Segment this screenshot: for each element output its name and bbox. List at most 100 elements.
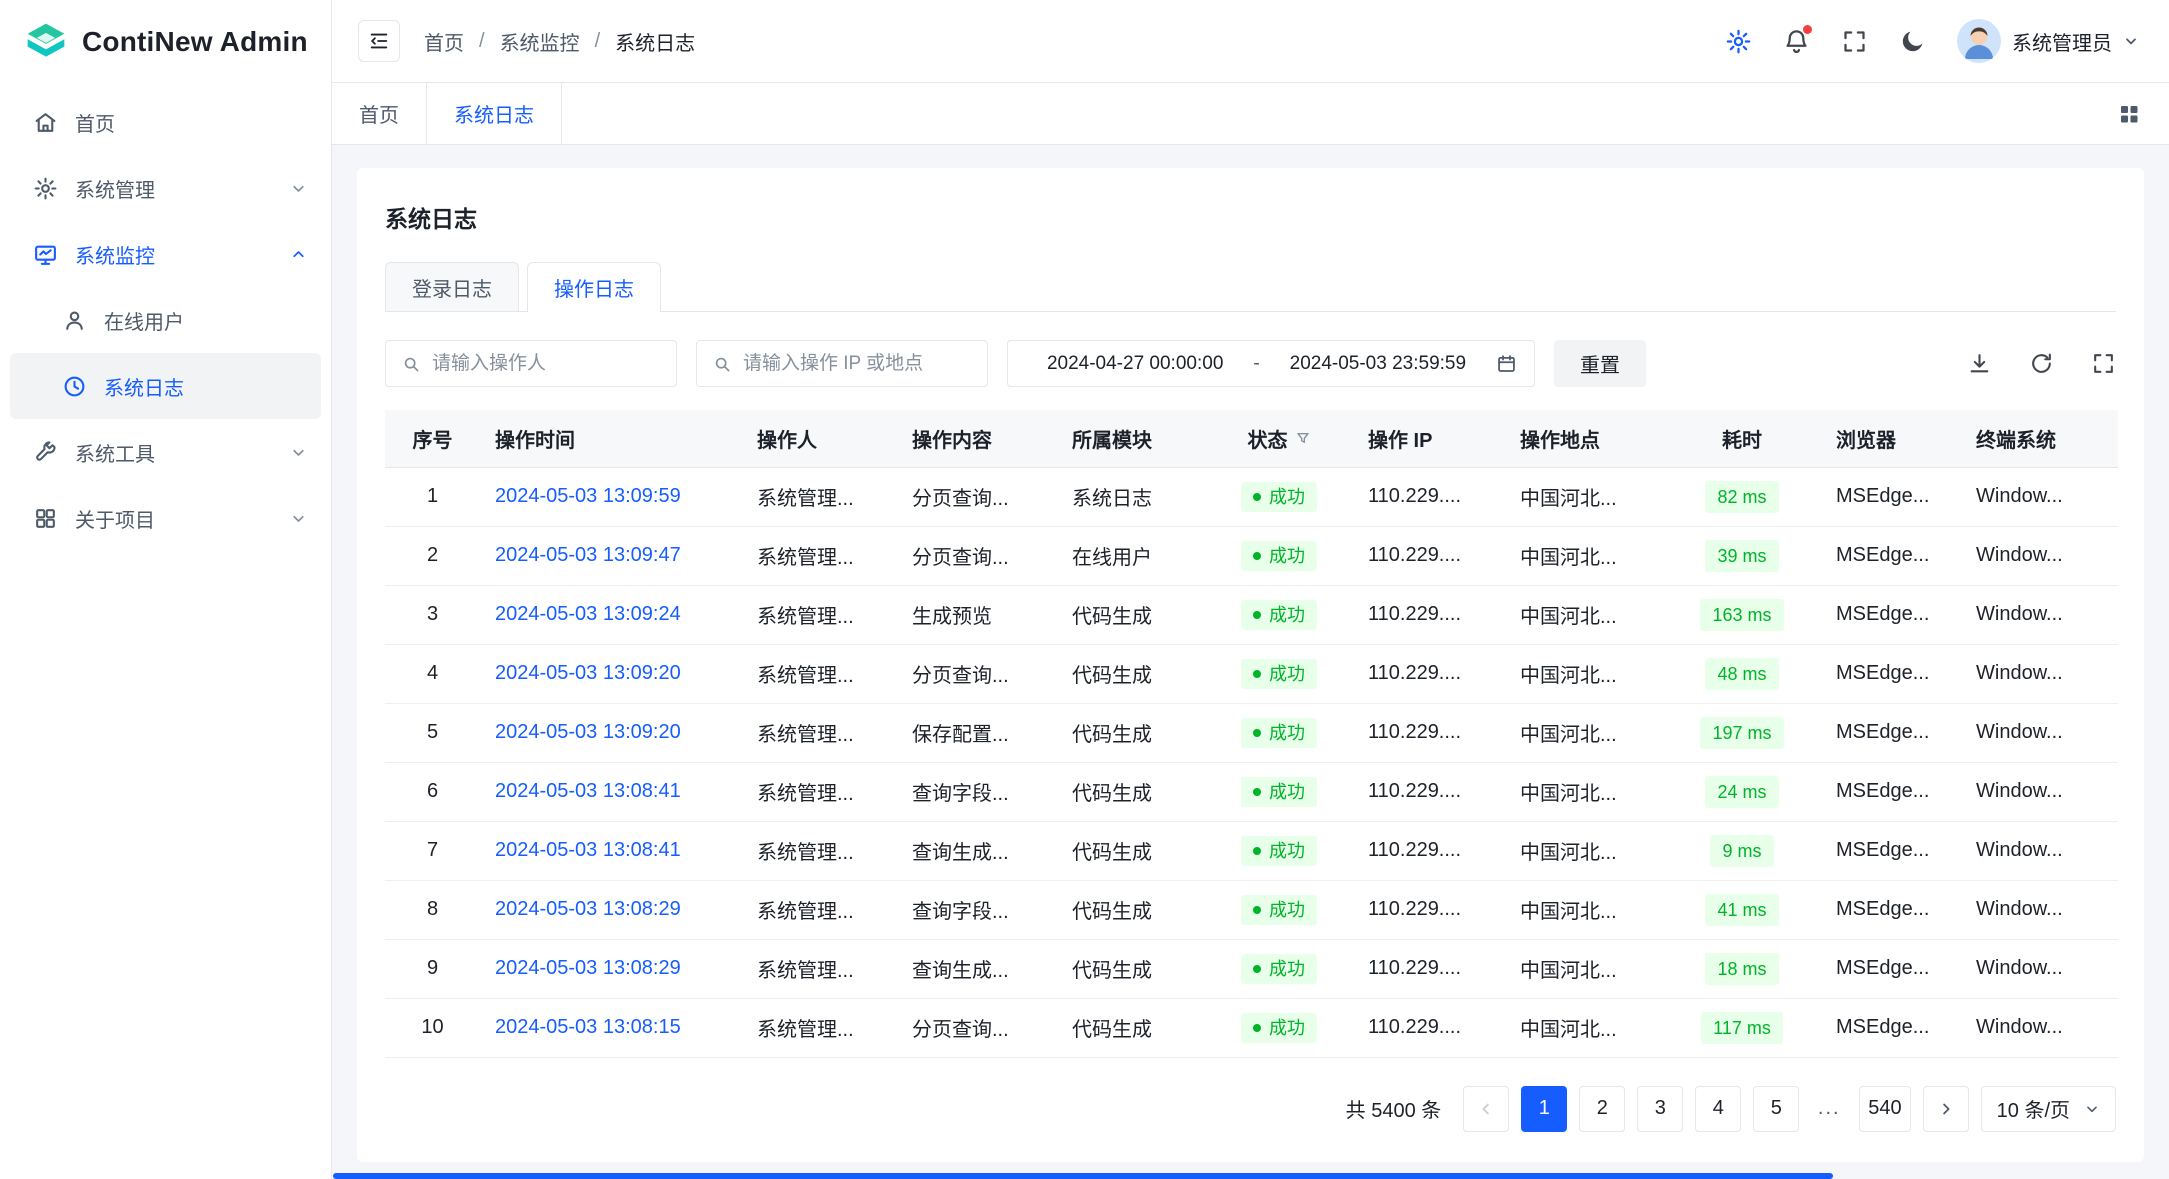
pagination-page-3[interactable]: 3 xyxy=(1637,1086,1683,1132)
horizontal-scrollbar-thumb[interactable] xyxy=(333,1173,1833,1179)
time-link[interactable]: 2024-05-03 13:08:29 xyxy=(495,898,681,920)
time-link[interactable]: 2024-05-03 13:09:20 xyxy=(495,721,681,743)
tab-operation-log[interactable]: 操作日志 xyxy=(527,262,661,311)
pagination-page-2[interactable]: 2 xyxy=(1579,1086,1625,1132)
view-tab-system-log[interactable]: 系统日志 xyxy=(427,83,562,144)
tab-options-button[interactable] xyxy=(2117,83,2141,144)
cell-ip: 110.229.... xyxy=(1353,526,1505,585)
reset-button[interactable]: 重置 xyxy=(1554,340,1646,387)
notification-button[interactable] xyxy=(1783,28,1810,55)
cell-ip: 110.229.... xyxy=(1353,703,1505,762)
time-link[interactable]: 2024-05-03 13:09:20 xyxy=(495,662,681,684)
time-link[interactable]: 2024-05-03 13:09:59 xyxy=(495,485,681,507)
time-link[interactable]: 2024-05-03 13:08:41 xyxy=(495,780,681,802)
cell-operator: 系统管理... xyxy=(742,821,897,880)
cell-module: 代码生成 xyxy=(1057,880,1205,939)
sidebar-item-label: 系统工具 xyxy=(75,438,273,467)
cell-time: 2024-05-03 13:08:29 xyxy=(480,880,742,939)
cell-location: 中国河北... xyxy=(1505,821,1663,880)
search-icon xyxy=(712,354,732,374)
time-link[interactable]: 2024-05-03 13:08:41 xyxy=(495,839,681,861)
pagination-ellipsis[interactable]: ... xyxy=(1811,1097,1847,1120)
cell-time: 2024-05-03 13:08:15 xyxy=(480,998,742,1057)
time-link[interactable]: 2024-05-03 13:09:47 xyxy=(495,544,681,566)
status-dot xyxy=(1253,965,1261,973)
tab-login-log[interactable]: 登录日志 xyxy=(385,262,519,311)
fullscreen-icon[interactable] xyxy=(1841,28,1868,55)
duration-badge: 41 ms xyxy=(1705,894,1778,926)
filter-funnel-icon[interactable] xyxy=(1295,430,1311,446)
pagination-page-last[interactable]: 540 xyxy=(1859,1086,1910,1132)
tab-label: 登录日志 xyxy=(412,273,492,302)
page-size-select[interactable]: 10 条/页 xyxy=(1981,1086,2116,1132)
apps-grid-icon xyxy=(2117,102,2141,126)
breadcrumb-item[interactable]: 系统监控 xyxy=(500,27,580,56)
cell-module: 代码生成 xyxy=(1057,585,1205,644)
status-badge: 成功 xyxy=(1241,954,1317,984)
cell-location: 中国河北... xyxy=(1505,939,1663,998)
cell-status: 成功 xyxy=(1205,467,1353,526)
sidebar-item-online-users[interactable]: 在线用户 xyxy=(10,287,321,353)
sidebar-item-system-monitor[interactable]: 系统监控 xyxy=(10,221,321,287)
col-operator: 操作人 xyxy=(742,410,897,467)
cell-time: 2024-05-03 13:09:47 xyxy=(480,526,742,585)
sidebar: ContiNew Admin 首页 系统管理 系统监控 在线用户 xyxy=(0,0,332,1179)
sidebar-item-about-project[interactable]: 关于项目 xyxy=(10,485,321,551)
cell-browser: MSEdge... xyxy=(1821,526,1961,585)
chevron-down-icon xyxy=(2084,1101,2100,1117)
status-badge: 成功 xyxy=(1241,1013,1317,1043)
time-link[interactable]: 2024-05-03 13:09:24 xyxy=(495,603,681,625)
pagination-total: 共 5400 条 xyxy=(1346,1094,1442,1123)
user-menu[interactable]: 系统管理员 xyxy=(1957,19,2139,63)
cell-content: 生成预览 xyxy=(897,585,1057,644)
cell-browser: MSEdge... xyxy=(1821,821,1961,880)
view-tab-home[interactable]: 首页 xyxy=(332,83,427,144)
cell-operator: 系统管理... xyxy=(742,644,897,703)
sidebar-item-system-log[interactable]: 系统日志 xyxy=(10,353,321,419)
pagination-page-5[interactable]: 5 xyxy=(1753,1086,1799,1132)
refresh-icon[interactable] xyxy=(2029,351,2054,376)
settings-icon[interactable] xyxy=(1725,28,1752,55)
operator-search-input[interactable] xyxy=(432,353,661,375)
pagination-prev-button[interactable] xyxy=(1463,1086,1509,1132)
table-row: 9 2024-05-03 13:08:29 系统管理... 查询生成... 代码… xyxy=(385,939,2118,998)
download-icon[interactable] xyxy=(1967,351,1992,376)
breadcrumb-separator: / xyxy=(595,30,601,53)
cell-operator: 系统管理... xyxy=(742,526,897,585)
sidebar-item-system-management[interactable]: 系统管理 xyxy=(10,155,321,221)
pagination-page-1[interactable]: 1 xyxy=(1521,1086,1567,1132)
cell-module: 代码生成 xyxy=(1057,998,1205,1057)
ip-search-input[interactable] xyxy=(743,353,972,375)
table-row: 2 2024-05-03 13:09:47 系统管理... 分页查询... 在线… xyxy=(385,526,2118,585)
app-logo[interactable]: ContiNew Admin xyxy=(0,0,331,83)
cell-index: 9 xyxy=(385,939,480,998)
pagination-next-button[interactable] xyxy=(1923,1086,1969,1132)
status-dot xyxy=(1253,906,1261,914)
notification-badge xyxy=(1803,25,1812,34)
cell-status: 成功 xyxy=(1205,998,1353,1057)
time-link[interactable]: 2024-05-03 13:08:15 xyxy=(495,1016,681,1038)
topbar: 首页 / 系统监控 / 系统日志 系统管理员 xyxy=(332,0,2169,83)
duration-badge: 117 ms xyxy=(1701,1012,1783,1044)
breadcrumb-item[interactable]: 首页 xyxy=(424,27,464,56)
view-tab-label: 首页 xyxy=(359,99,399,128)
pagination-page-4[interactable]: 4 xyxy=(1695,1086,1741,1132)
date-start-value: 2024-04-27 00:00:00 xyxy=(1025,353,1245,375)
cell-browser: MSEdge... xyxy=(1821,998,1961,1057)
duration-badge: 9 ms xyxy=(1710,835,1773,867)
cell-content: 查询字段... xyxy=(897,880,1057,939)
sidebar-collapse-button[interactable] xyxy=(358,20,400,62)
table-row: 1 2024-05-03 13:09:59 系统管理... 分页查询... 系统… xyxy=(385,467,2118,526)
log-table: 序号 操作时间 操作人 操作内容 所属模块 状态 操作 IP 操作地点 耗时 浏… xyxy=(385,410,2118,1058)
sidebar-item-home[interactable]: 首页 xyxy=(10,89,321,155)
dark-mode-icon[interactable] xyxy=(1899,28,1926,55)
time-link[interactable]: 2024-05-03 13:08:29 xyxy=(495,957,681,979)
page-size-value: 10 条/页 xyxy=(1997,1094,2070,1123)
chevron-right-icon xyxy=(1937,1100,1955,1118)
sidebar-item-system-tools[interactable]: 系统工具 xyxy=(10,419,321,485)
date-range-picker[interactable]: 2024-04-27 00:00:00 - 2024-05-03 23:59:5… xyxy=(1007,340,1535,387)
status-badge: 成功 xyxy=(1241,836,1317,866)
user-name: 系统管理员 xyxy=(2012,27,2112,56)
col-time: 操作时间 xyxy=(480,410,742,467)
fullscreen-icon[interactable] xyxy=(2091,351,2116,376)
